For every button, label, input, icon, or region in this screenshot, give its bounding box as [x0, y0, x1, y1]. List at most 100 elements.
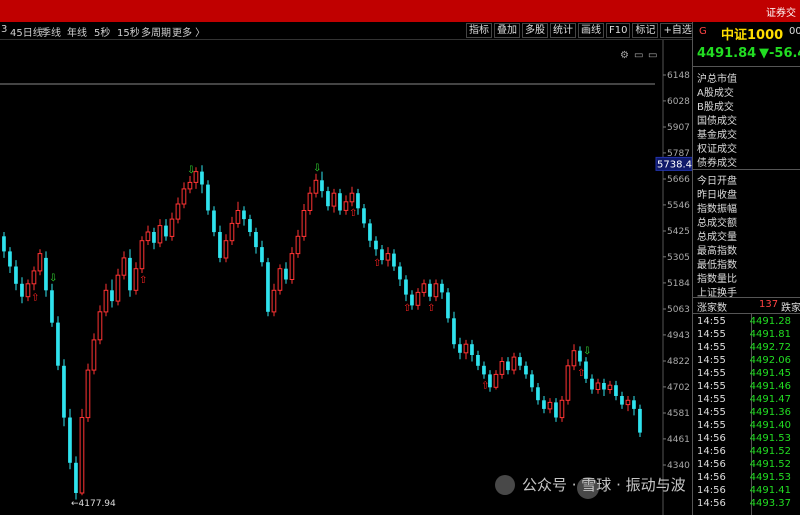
y-tick-label: 5907 — [667, 123, 690, 133]
y-axis-ticks: 6148602859075787566655465425530551845063… — [663, 71, 690, 471]
decline-label: 跌家 — [781, 303, 800, 314]
divider — [693, 313, 800, 314]
tick-row: 14:55 4491.45 — [693, 368, 800, 381]
tick-price: 4491.52 — [749, 446, 791, 457]
y-tick-label: 5184 — [667, 279, 690, 289]
tick-time: 14:56 — [697, 446, 726, 457]
candle-up — [145, 231, 151, 242]
candle-up — [103, 289, 109, 313]
buy-signal-icon: ⇧ — [577, 368, 585, 379]
tool-overlay[interactable]: 叠加 — [494, 23, 520, 38]
tool-mark[interactable]: 标记 — [632, 23, 659, 38]
tick-row: 14:56 4491.53 — [693, 433, 800, 446]
tick-price: 4492.06 — [749, 355, 791, 366]
candle-up — [493, 373, 499, 388]
tick-time: 14:55 — [697, 329, 726, 340]
tool-draw[interactable]: 画线 — [578, 23, 604, 38]
candle-up — [37, 253, 43, 272]
index-change: ▼-56.4 — [759, 46, 800, 61]
candle-down — [638, 408, 642, 433]
period-season[interactable]: 季线 — [41, 24, 61, 39]
candle-down — [620, 396, 624, 405]
candle-down — [452, 318, 456, 345]
tool-add-watchlist[interactable]: +自选 — [660, 23, 695, 38]
field-debt-vol: 债券成交 — [697, 158, 737, 169]
tick-price: 4491.52 — [749, 459, 791, 470]
watermark: 公众号 · 雪球 · 振动与波 — [495, 475, 686, 499]
tick-time: 14:56 — [697, 472, 726, 483]
candle-up — [133, 268, 139, 291]
period-multi[interactable]: 多周期 — [141, 24, 171, 39]
candle-down — [242, 210, 246, 220]
period-more[interactable]: 更多 〉 — [172, 24, 205, 39]
tick-row: 14:55 4491.46 — [693, 381, 800, 394]
candle-down — [446, 292, 450, 319]
candle-down — [218, 232, 222, 258]
y-tick-label: 4461 — [667, 435, 690, 445]
candle-down — [44, 257, 48, 291]
tick-price: 4491.81 — [749, 329, 791, 340]
candle-down — [542, 400, 546, 409]
quote-header: G 中证1000 000 — [693, 22, 800, 44]
candle-down — [392, 253, 396, 267]
tool-f10[interactable]: F10 — [606, 23, 631, 38]
candle-up — [79, 417, 85, 494]
candle-up — [343, 201, 349, 211]
tool-indicator[interactable]: 指标 — [466, 23, 492, 38]
field-total-mktcap: 沪总市值 — [697, 74, 737, 85]
period-prefix[interactable]: 3 — [1, 24, 7, 35]
candle-down — [74, 462, 78, 493]
field-a-share-vol: A股成交 — [697, 88, 734, 99]
candle-up — [115, 274, 121, 302]
candle-down — [260, 247, 264, 263]
period-5s[interactable]: 5秒 — [94, 24, 110, 39]
quote-panel: G 中证1000 000 4491.84 ▼-56.4 沪总市值 A股成交 B股… — [692, 22, 800, 515]
candle-up — [169, 218, 175, 237]
wechat-icon — [495, 475, 515, 495]
candle-down — [356, 193, 360, 209]
candle-down — [320, 180, 324, 192]
candle-down — [398, 266, 402, 280]
y-tick-label: 4581 — [667, 409, 690, 419]
candle-up — [565, 365, 571, 401]
candle-up — [349, 192, 355, 203]
candle-down — [362, 208, 366, 224]
tool-multistock[interactable]: 多股 — [522, 23, 548, 38]
tick-row: 14:56 4491.53 — [693, 472, 800, 485]
candle-down — [476, 355, 480, 366]
candle-up — [607, 384, 613, 391]
low-price-label: ←4177.94 — [71, 499, 116, 509]
tick-time: 14:55 — [697, 355, 726, 366]
candle-up — [271, 289, 277, 313]
title-bar: 证券交 — [0, 0, 800, 22]
candle-up — [187, 181, 193, 190]
tool-stats[interactable]: 统计 — [550, 23, 576, 38]
candle-down — [458, 344, 462, 353]
candle-up — [421, 283, 427, 293]
candle-down — [554, 402, 558, 418]
period-year[interactable]: 年线 — [67, 24, 87, 39]
field-bond-vol: 国债成交 — [697, 116, 737, 127]
candle-up — [25, 283, 31, 298]
candle-up — [307, 192, 313, 211]
candle-down — [56, 322, 60, 366]
candlestick-chart[interactable]: ⇧⇧⇧⇧⇧ ⇧⇧⇧⇩⇩ ⇩⇩ 614860285907578756665546542… — [0, 40, 692, 515]
tick-time: 14:55 — [697, 368, 726, 379]
index-name: 中证1000 — [721, 28, 784, 43]
candle-up — [85, 369, 91, 419]
tick-time: 14:55 — [697, 342, 726, 353]
period-45day[interactable]: 45日线 — [10, 24, 43, 39]
candle-up — [229, 222, 235, 242]
tool-buttons: 指标 叠加 多股 统计 画线 F10 标记 +自选 返回 — [464, 23, 723, 38]
divider — [693, 297, 800, 298]
candle-down — [212, 210, 216, 233]
candle-down — [470, 344, 474, 355]
y-tick-label: 5425 — [667, 227, 690, 237]
y-tick-label: 4702 — [667, 383, 690, 393]
field-amplitude: 指数振幅 — [697, 204, 737, 215]
candles-group — [2, 165, 642, 500]
period-15s[interactable]: 15秒 — [117, 24, 140, 39]
candle-up — [235, 210, 241, 224]
candle-up — [139, 240, 145, 270]
candle-down — [152, 232, 156, 243]
